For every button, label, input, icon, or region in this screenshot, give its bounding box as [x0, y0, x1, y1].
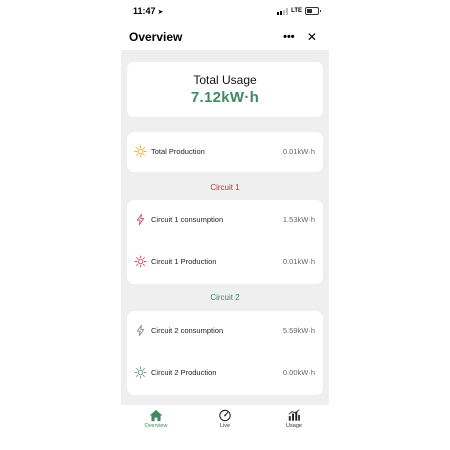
mini-program-capsule: ••• ✕ [277, 29, 323, 44]
circuit-2-production-label: Circuit 2 Production [151, 368, 217, 377]
nav-label-live: Live [219, 423, 231, 429]
signal-icon [277, 7, 289, 15]
circuit-2-production-row[interactable]: Circuit 2 Production 0.00kW·h [127, 353, 323, 393]
circuit-1-consumption-label: Circuit 1 consumption [151, 215, 224, 224]
gauge-icon [219, 409, 231, 422]
status-bar: 11:47 ➤ LTE [121, 6, 329, 20]
close-icon[interactable]: ✕ [307, 31, 317, 43]
status-indicators: LTE [277, 7, 321, 15]
circuit-2-consumption-label: Circuit 2 consumption [151, 326, 224, 335]
sun-icon [134, 255, 147, 268]
app-screen: 11:47 ➤ LTE Overview ••• ✕ Total Usage 7.… [121, 0, 329, 450]
circuit-1-title: Circuit 1 [210, 183, 240, 192]
network-type: LTE [291, 8, 302, 14]
circuit-2-consumption-value: 5.59kW·h [282, 326, 315, 335]
bottom-nav: Overview Live Usage [121, 405, 329, 435]
status-time: 11:47 ➤ [133, 6, 164, 16]
circuit-1-consumption-value: 1.53kW·h [282, 215, 315, 224]
more-icon[interactable]: ••• [283, 31, 295, 42]
home-icon [149, 409, 163, 422]
total-production-row[interactable]: Total Production 0.01kW·h [127, 132, 323, 172]
nav-item-usage[interactable]: Usage [269, 409, 319, 429]
circuit-2-card: Circuit 2 consumption 5.59kW·h Circuit 2… [127, 311, 323, 395]
location-arrow-icon: ➤ [157, 9, 164, 16]
page-title: Overview [129, 30, 183, 44]
sun-icon [134, 366, 147, 379]
nav-item-live[interactable]: Live [200, 409, 250, 429]
header: Overview ••• ✕ [121, 26, 329, 48]
circuit-2-title: Circuit 2 [210, 293, 240, 302]
overview-content: Total Usage 7.12kW·h Total Production 0.… [121, 50, 329, 405]
nav-item-overview[interactable]: Overview [131, 409, 181, 429]
circuit-1-production-value: 0.01kW·h [282, 257, 315, 266]
total-usage-card: Total Usage 7.12kW·h [127, 62, 323, 117]
total-usage-label: Total Usage [193, 73, 257, 87]
total-usage-value: 7.12kW·h [190, 89, 260, 106]
total-production-label: Total Production [151, 147, 205, 156]
circuit-2-consumption-row[interactable]: Circuit 2 consumption 5.59kW·h [127, 311, 323, 351]
total-production-card: Total Production 0.01kW·h [127, 132, 323, 172]
circuit-1-card: Circuit 1 consumption 1.53kW·h Circuit 1… [127, 200, 323, 284]
circuit-1-consumption-row[interactable]: Circuit 1 consumption 1.53kW·h [127, 200, 323, 240]
battery-icon [305, 7, 321, 15]
nav-label-overview: Overview [144, 423, 168, 429]
circuit-1-production-row[interactable]: Circuit 1 Production 0.01kW·h [127, 242, 323, 282]
sun-icon [134, 145, 147, 158]
total-production-value: 0.01kW·h [282, 147, 315, 156]
nav-label-usage: Usage [286, 423, 302, 429]
circuit-2-production-value: 0.00kW·h [282, 368, 315, 377]
lightning-icon [136, 213, 145, 226]
lightning-icon [136, 324, 145, 337]
circuit-1-production-label: Circuit 1 Production [151, 257, 217, 266]
bar-chart-icon [288, 409, 300, 421]
